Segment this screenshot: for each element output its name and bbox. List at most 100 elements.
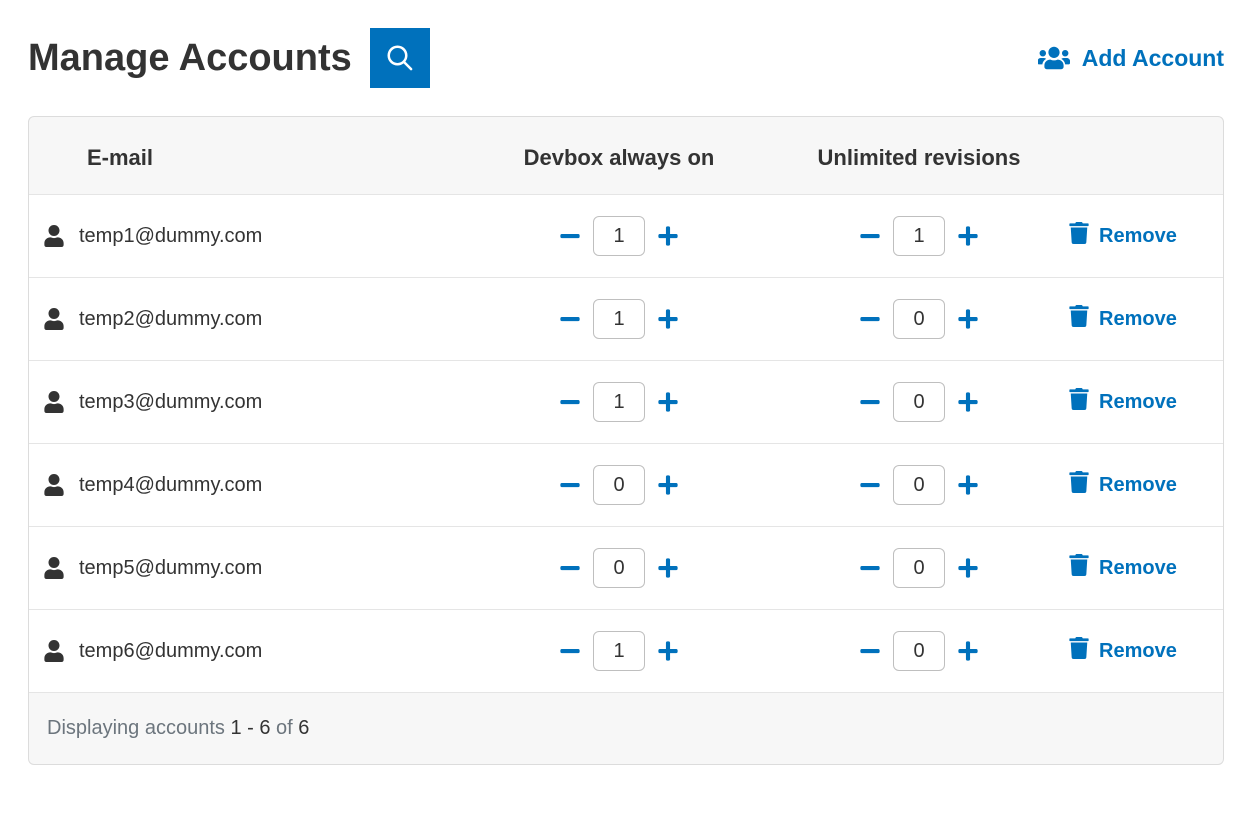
- header: Manage Accounts Add Account: [28, 28, 1224, 88]
- devbox-stepper: [469, 299, 769, 339]
- account-email: temp5@dummy.com: [79, 557, 469, 580]
- decrement-button[interactable]: [557, 472, 583, 498]
- decrement-button[interactable]: [857, 223, 883, 249]
- user-icon: [29, 391, 79, 413]
- unlimited-input[interactable]: [893, 299, 945, 339]
- table-row: temp2@dummy.com Remove: [29, 277, 1223, 361]
- accounts-panel: E-mail Devbox always on Unlimited revisi…: [28, 116, 1224, 765]
- devbox-input[interactable]: [593, 299, 645, 339]
- decrement-button[interactable]: [557, 638, 583, 664]
- decrement-button[interactable]: [557, 306, 583, 332]
- trash-icon: [1069, 305, 1089, 333]
- decrement-button[interactable]: [557, 389, 583, 415]
- increment-button[interactable]: [955, 638, 981, 664]
- trash-icon: [1069, 222, 1089, 250]
- increment-button[interactable]: [655, 306, 681, 332]
- remove-button[interactable]: Remove: [1069, 637, 1224, 665]
- user-icon: [29, 557, 79, 579]
- footer-total: 6: [298, 717, 309, 739]
- increment-button[interactable]: [655, 638, 681, 664]
- devbox-input[interactable]: [593, 548, 645, 588]
- decrement-button[interactable]: [857, 472, 883, 498]
- increment-button[interactable]: [955, 389, 981, 415]
- unlimited-stepper: [769, 465, 1069, 505]
- page-title: Manage Accounts: [28, 37, 352, 80]
- decrement-button[interactable]: [557, 555, 583, 581]
- remove-label: Remove: [1099, 391, 1177, 414]
- table-footer: Displaying accounts 1 - 6 of 6: [29, 693, 1223, 764]
- remove-button[interactable]: Remove: [1069, 388, 1224, 416]
- devbox-input[interactable]: [593, 631, 645, 671]
- devbox-stepper: [469, 382, 769, 422]
- devbox-input[interactable]: [593, 465, 645, 505]
- increment-button[interactable]: [655, 223, 681, 249]
- col-email: E-mail: [79, 145, 469, 171]
- footer-prefix: Displaying accounts: [47, 717, 230, 739]
- col-devbox: Devbox always on: [469, 145, 769, 171]
- table-body: temp1@dummy.com Remove temp2@dummy.com Remo…: [29, 194, 1223, 693]
- table-row: temp5@dummy.com Remove: [29, 526, 1223, 610]
- devbox-stepper: [469, 548, 769, 588]
- increment-button[interactable]: [955, 472, 981, 498]
- unlimited-input[interactable]: [893, 548, 945, 588]
- devbox-input[interactable]: [593, 216, 645, 256]
- decrement-button[interactable]: [857, 555, 883, 581]
- increment-button[interactable]: [955, 223, 981, 249]
- header-left: Manage Accounts: [28, 28, 430, 88]
- table-row: temp1@dummy.com Remove: [29, 194, 1223, 278]
- decrement-button[interactable]: [557, 223, 583, 249]
- account-email: temp3@dummy.com: [79, 391, 469, 414]
- trash-icon: [1069, 637, 1089, 665]
- add-account-label: Add Account: [1082, 45, 1224, 72]
- user-icon: [29, 225, 79, 247]
- user-icon: [29, 474, 79, 496]
- user-icon: [29, 640, 79, 662]
- footer-of: of: [270, 717, 298, 739]
- unlimited-input[interactable]: [893, 216, 945, 256]
- increment-button[interactable]: [955, 555, 981, 581]
- remove-label: Remove: [1099, 308, 1177, 331]
- search-icon: [385, 43, 415, 73]
- table-row: temp4@dummy.com Remove: [29, 443, 1223, 527]
- remove-button[interactable]: Remove: [1069, 305, 1224, 333]
- remove-button[interactable]: Remove: [1069, 222, 1224, 250]
- devbox-stepper: [469, 216, 769, 256]
- increment-button[interactable]: [955, 306, 981, 332]
- decrement-button[interactable]: [857, 306, 883, 332]
- table-row: temp3@dummy.com Remove: [29, 360, 1223, 444]
- remove-label: Remove: [1099, 557, 1177, 580]
- account-email: temp2@dummy.com: [79, 308, 469, 331]
- devbox-input[interactable]: [593, 382, 645, 422]
- decrement-button[interactable]: [857, 638, 883, 664]
- add-account-button[interactable]: Add Account: [1038, 42, 1224, 74]
- remove-button[interactable]: Remove: [1069, 554, 1224, 582]
- devbox-stepper: [469, 631, 769, 671]
- remove-label: Remove: [1099, 474, 1177, 497]
- increment-button[interactable]: [655, 389, 681, 415]
- account-email: temp4@dummy.com: [79, 474, 469, 497]
- unlimited-stepper: [769, 299, 1069, 339]
- unlimited-stepper: [769, 216, 1069, 256]
- decrement-button[interactable]: [857, 389, 883, 415]
- unlimited-input[interactable]: [893, 631, 945, 671]
- users-plus-icon: [1038, 42, 1070, 74]
- footer-range: 1 - 6: [230, 717, 270, 739]
- remove-label: Remove: [1099, 640, 1177, 663]
- trash-icon: [1069, 388, 1089, 416]
- remove-button[interactable]: Remove: [1069, 471, 1224, 499]
- remove-label: Remove: [1099, 225, 1177, 248]
- increment-button[interactable]: [655, 555, 681, 581]
- search-button[interactable]: [370, 28, 430, 88]
- unlimited-input[interactable]: [893, 465, 945, 505]
- devbox-stepper: [469, 465, 769, 505]
- unlimited-stepper: [769, 548, 1069, 588]
- unlimited-input[interactable]: [893, 382, 945, 422]
- trash-icon: [1069, 471, 1089, 499]
- unlimited-stepper: [769, 382, 1069, 422]
- table-header: E-mail Devbox always on Unlimited revisi…: [29, 117, 1223, 195]
- page: Manage Accounts Add Account E-mail Devbo…: [0, 0, 1252, 834]
- account-email: temp1@dummy.com: [79, 225, 469, 248]
- increment-button[interactable]: [655, 472, 681, 498]
- trash-icon: [1069, 554, 1089, 582]
- user-icon: [29, 308, 79, 330]
